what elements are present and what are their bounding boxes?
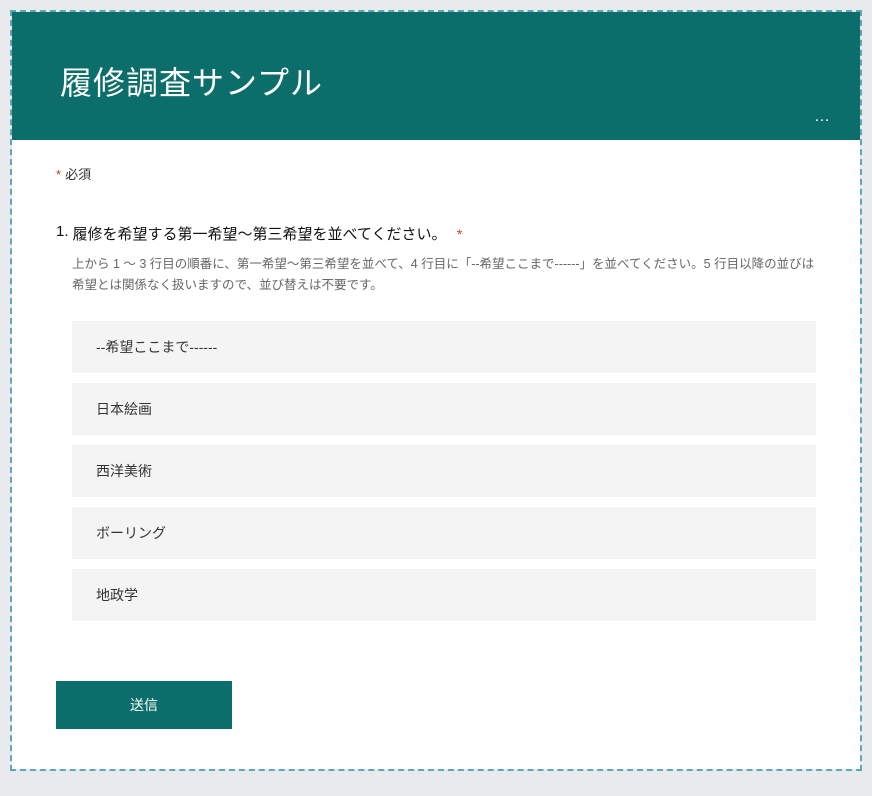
question-description: 上から 1 ～ 3 行目の順番に、第一希望～第三希望を並べて、4 行目に「--希… <box>72 254 816 297</box>
ranking-option[interactable]: --希望ここまで------ <box>72 321 816 373</box>
ranking-option[interactable]: 地政学 <box>72 569 816 621</box>
required-text: 必須 <box>65 167 91 182</box>
form-body: * 必須 1. 履修を希望する第一希望～第三希望を並べてください。 * 上から 1… <box>12 140 860 769</box>
ranking-option[interactable]: 西洋美術 <box>72 445 816 497</box>
submit-button[interactable]: 送信 <box>56 681 232 729</box>
form-container: 履修調査サンプル … * 必須 1. 履修を希望する第一希望～第三希望を並べてくだ… <box>10 10 862 771</box>
question-number: 1. <box>56 223 69 240</box>
required-asterisk: * <box>56 167 61 182</box>
question-title: 履修を希望する第一希望～第三希望を並べてください。 <box>73 226 447 243</box>
more-options-icon[interactable]: … <box>814 108 832 126</box>
form-title: 履修調査サンプル <box>60 58 812 104</box>
required-legend: * 必須 <box>56 164 816 183</box>
form-header: 履修調査サンプル … <box>12 12 860 140</box>
ranking-options-list: --希望ここまで------ 日本絵画 西洋美術 ボーリング 地政学 <box>72 321 816 621</box>
question-1: 1. 履修を希望する第一希望～第三希望を並べてください。 * 上から 1 ～ 3… <box>56 223 816 621</box>
ranking-option[interactable]: 日本絵画 <box>72 383 816 435</box>
question-required-asterisk: * <box>457 226 462 242</box>
ranking-option[interactable]: ボーリング <box>72 507 816 559</box>
